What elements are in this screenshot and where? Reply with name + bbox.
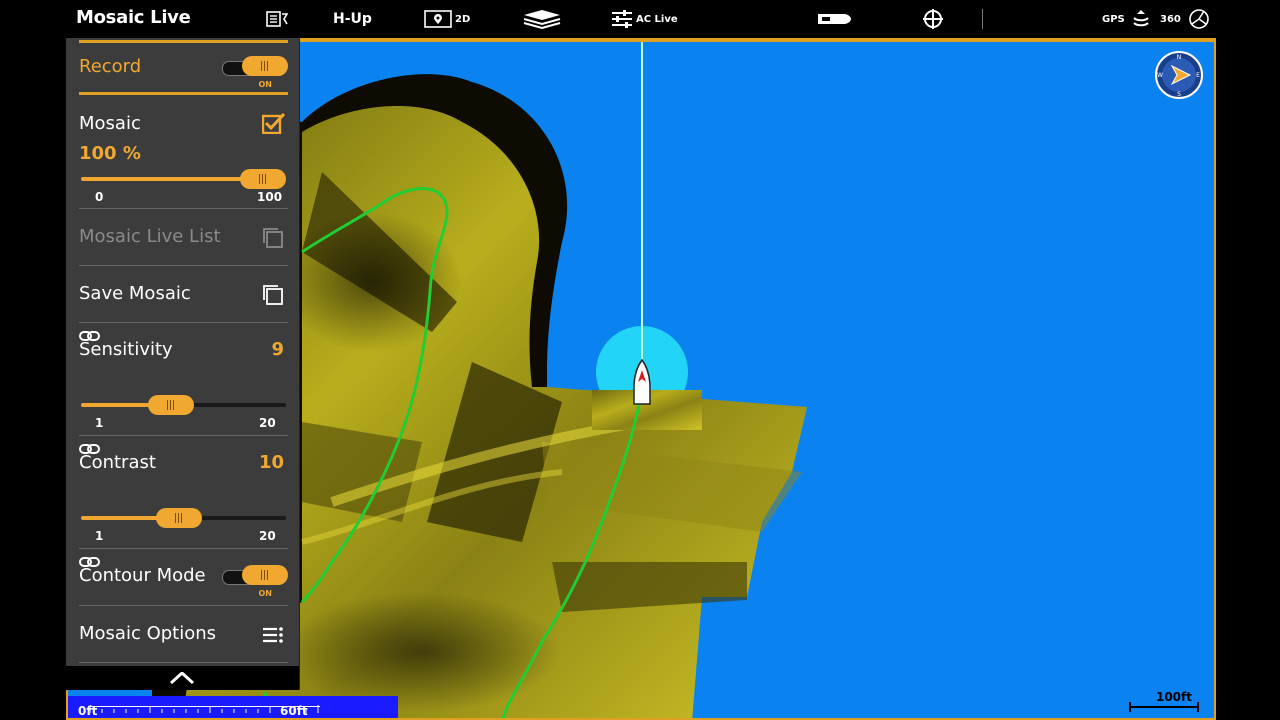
- save-mosaic-label: Save Mosaic: [79, 283, 191, 304]
- sonar-status: [1132, 6, 1150, 32]
- layers-icon: [523, 10, 561, 29]
- contrast-min-label: 1: [95, 529, 104, 543]
- chevron-up-icon: [170, 672, 194, 684]
- sonar-360-status: 360: [1160, 6, 1181, 32]
- sensitivity-min-label: 1: [95, 416, 104, 430]
- mosaic-checkbox[interactable]: [261, 112, 286, 138]
- battery-status: [816, 6, 852, 32]
- source-label: AC Live: [636, 13, 678, 25]
- chart-2d-icon: [424, 10, 452, 28]
- battery-icon: [818, 14, 851, 24]
- view-mode-label: 2D: [455, 13, 471, 25]
- scale-bottom-start: 0ft: [78, 704, 98, 718]
- top-status-bar: Mosaic Live H-Up 2D AC Live GPS 360: [66, 0, 1216, 40]
- contrast-slider[interactable]: [79, 507, 288, 531]
- contrast-max-label: 20: [259, 529, 276, 543]
- map-scale-right: 100ft: [1128, 690, 1200, 714]
- svg-text:E: E: [1196, 72, 1200, 79]
- menu-list-icon: [266, 11, 288, 27]
- mosaic-menu-panel: Record ON Mosaic 100 % 0 100 Mosaic Live…: [66, 38, 300, 690]
- contour-mode-label: Contour Mode: [79, 565, 206, 586]
- sensitivity-slider[interactable]: [79, 394, 288, 418]
- record-highlight-line: [79, 92, 288, 95]
- compass-icon[interactable]: N E S W: [1154, 50, 1204, 104]
- mosaic-min-label: 0: [95, 190, 104, 204]
- sensitivity-value: 9: [271, 339, 284, 360]
- sonar-waves-icon: [1133, 10, 1149, 27]
- toolbar-divider: [982, 9, 983, 29]
- mosaic-row: Mosaic 100 % 0 100: [79, 98, 288, 209]
- contrast-label: Contrast: [79, 452, 156, 473]
- mosaic-label: Mosaic: [79, 113, 141, 134]
- view-mode-button[interactable]: 2D: [424, 6, 470, 32]
- record-label: Record: [79, 56, 142, 77]
- contrast-value: 10: [258, 452, 284, 473]
- collapse-menu-button[interactable]: [66, 666, 299, 690]
- orientation-button[interactable]: H-Up: [329, 6, 372, 32]
- crosshair-icon: [923, 9, 943, 29]
- contour-mode-row[interactable]: Contour Mode ON: [79, 549, 288, 606]
- sonar-360-label: 360: [1160, 13, 1181, 25]
- menu-toggle-button[interactable]: [266, 6, 288, 32]
- sensitivity-label: Sensitivity: [79, 339, 173, 360]
- options-list-icon: [262, 626, 284, 648]
- mosaic-options-row[interactable]: Mosaic Options: [79, 606, 288, 663]
- record-toggle[interactable]: ON: [222, 56, 288, 89]
- mosaic-options-label: Mosaic Options: [79, 623, 217, 644]
- map-scale-bottom: 0ft 60ft: [68, 696, 398, 718]
- gps-status: GPS: [1102, 6, 1125, 32]
- source-button[interactable]: AC Live: [611, 6, 678, 32]
- contour-mode-toggle[interactable]: ON: [222, 565, 288, 598]
- checkbox-checked-icon: [261, 112, 286, 135]
- orientation-label: H-Up: [333, 11, 372, 27]
- record-toggle-state: ON: [258, 80, 273, 89]
- svg-text:N: N: [1177, 54, 1182, 61]
- mosaic-max-label: 100: [257, 190, 283, 204]
- mosaic-live-list-row: Mosaic Live List: [79, 209, 288, 266]
- mosaic-opacity-slider[interactable]: [79, 168, 288, 192]
- copy-icon: [262, 284, 284, 310]
- svg-text:W: W: [1157, 72, 1163, 79]
- scale-bottom-end: 60ft: [280, 704, 308, 718]
- mosaic-live-list-label: Mosaic Live List: [79, 226, 221, 247]
- gps-label: GPS: [1102, 13, 1125, 25]
- sliders-icon: [612, 10, 632, 28]
- copy-icon-disabled: [262, 227, 284, 253]
- 360-sweep-icon: [1189, 9, 1209, 29]
- save-mosaic-row[interactable]: Save Mosaic: [79, 266, 288, 323]
- contrast-row: Contrast 10 1 20: [79, 436, 288, 549]
- 360-view-button[interactable]: [1188, 6, 1210, 32]
- record-row[interactable]: Record ON: [79, 48, 288, 92]
- sensitivity-row: Sensitivity 9 1 20: [79, 323, 288, 436]
- menu-top-highlight: [79, 40, 288, 43]
- svg-text:S: S: [1177, 91, 1181, 98]
- crosshair-button[interactable]: [922, 6, 944, 32]
- layers-button[interactable]: [522, 6, 562, 32]
- contour-toggle-state: ON: [258, 589, 273, 598]
- sensitivity-max-label: 20: [259, 416, 276, 430]
- mosaic-percent: 100 %: [79, 143, 141, 164]
- view-title: Mosaic Live: [76, 7, 191, 28]
